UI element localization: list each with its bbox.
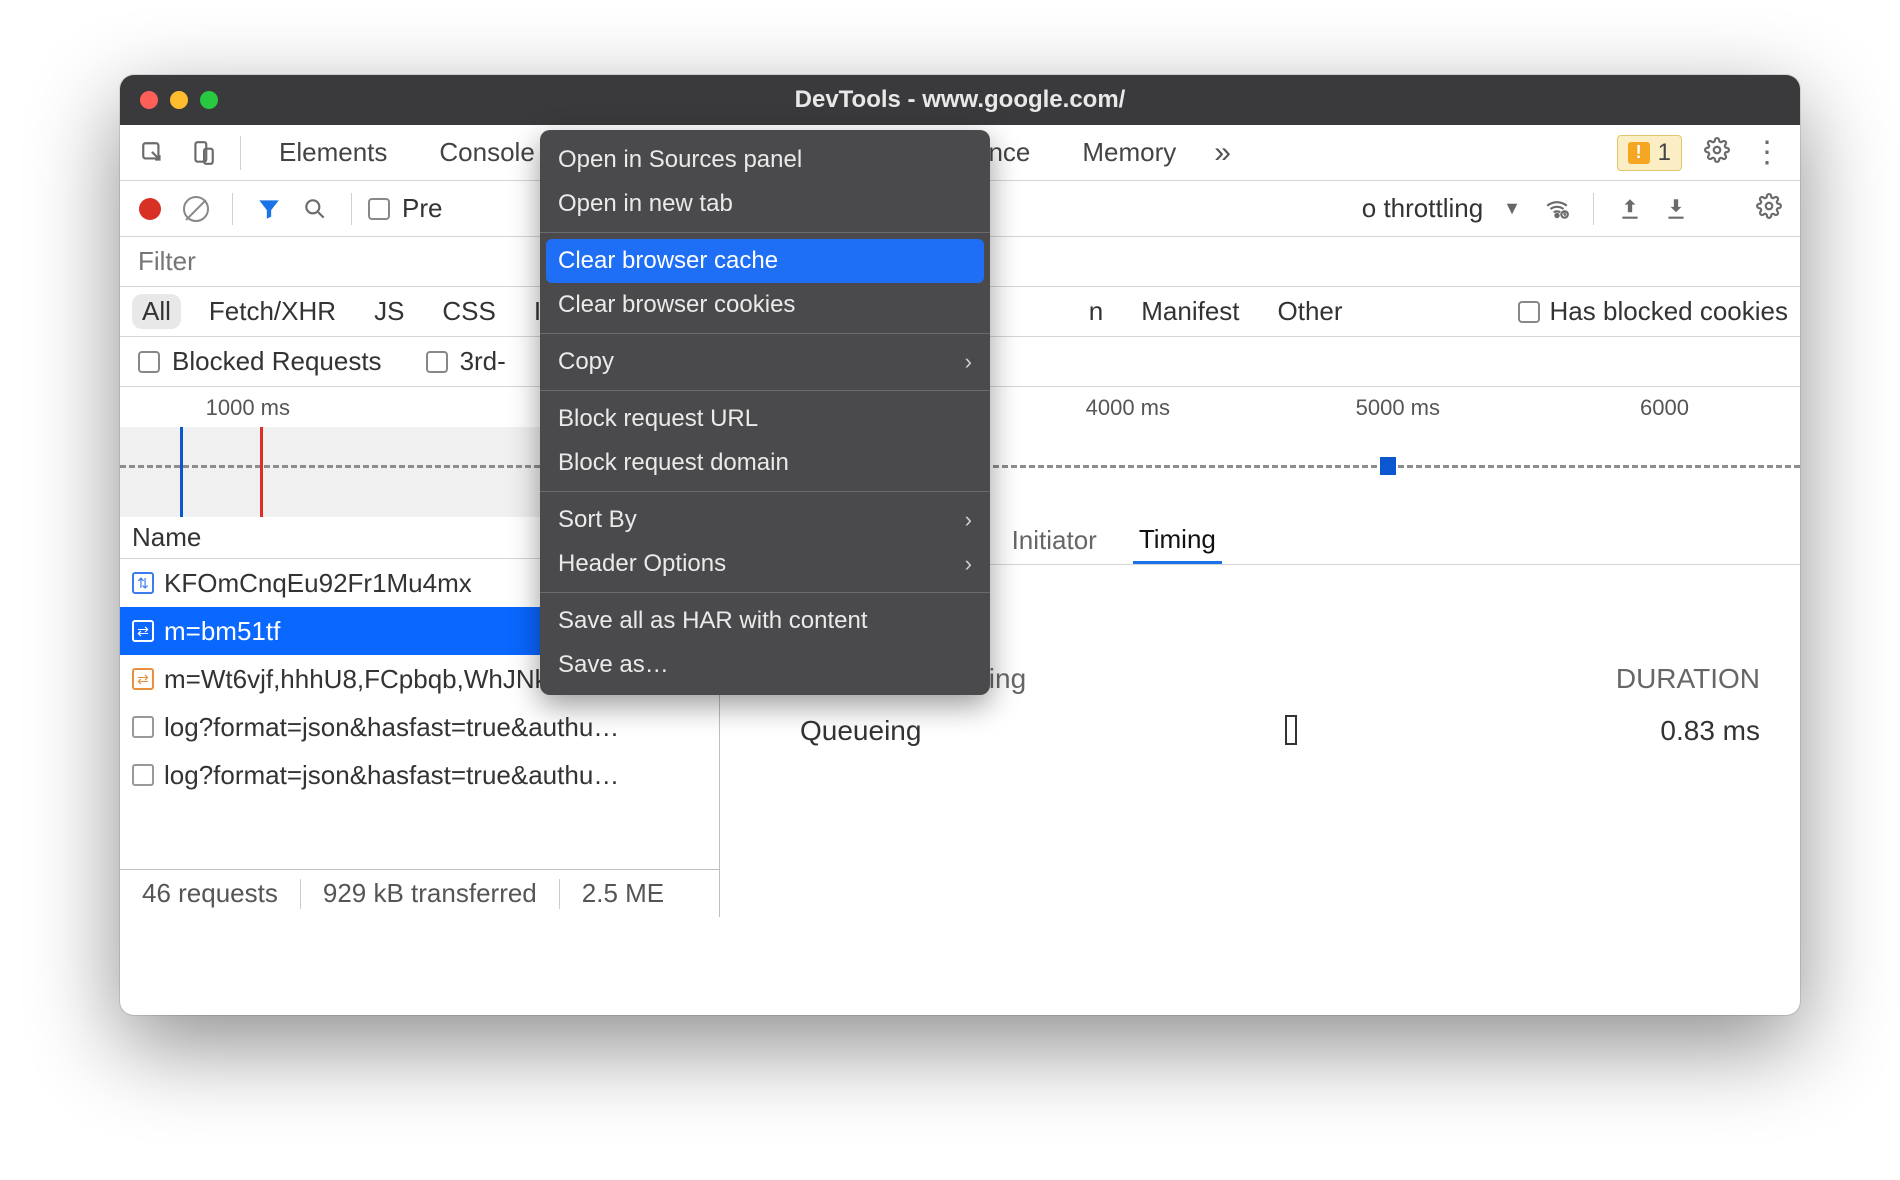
- close-window-icon[interactable]: [140, 91, 158, 109]
- throttling-value: o throttling: [1362, 193, 1483, 224]
- ctx-clear-cache[interactable]: Clear browser cache: [546, 239, 984, 283]
- request-name: m=bm51tf: [164, 616, 280, 647]
- detail-tab-initiator[interactable]: Initiator: [1006, 517, 1103, 564]
- file-icon: [132, 764, 154, 786]
- ctx-open-new-tab[interactable]: Open in new tab: [540, 182, 990, 226]
- titlebar: DevTools - www.google.com/: [120, 75, 1800, 125]
- ctx-save-as[interactable]: Save as…: [540, 643, 990, 687]
- queueing-bar: [1285, 715, 1297, 745]
- status-transferred: 929 kB transferred: [301, 878, 559, 909]
- status-requests: 46 requests: [120, 878, 300, 909]
- tl-tick: 5000 ms: [1356, 395, 1440, 421]
- tl-tick: 1000 ms: [206, 395, 290, 421]
- file-icon: [132, 716, 154, 738]
- chevron-right-icon: ›: [965, 349, 972, 375]
- ctx-clear-cookies[interactable]: Clear browser cookies: [540, 283, 990, 327]
- request-row[interactable]: log?format=json&hasfast=true&authu…: [120, 703, 719, 751]
- ctx-copy[interactable]: Copy›: [540, 340, 990, 384]
- blocked-requests-label: Blocked Requests: [172, 346, 382, 377]
- file-icon: ⇄: [132, 620, 154, 642]
- chevron-right-icon: ›: [965, 551, 972, 577]
- tab-elements[interactable]: Elements: [255, 125, 411, 180]
- status-resources: 2.5 ME: [560, 878, 686, 909]
- device-toggle-icon[interactable]: [186, 136, 220, 170]
- request-name: KFOmCnqEu92Fr1Mu4mx: [164, 568, 472, 599]
- chevron-right-icon: ›: [965, 507, 972, 533]
- settings-icon[interactable]: [1696, 137, 1738, 168]
- request-name: log?format=json&hasfast=true&authu…: [164, 712, 619, 743]
- filter-font[interactable]: n: [1079, 294, 1113, 329]
- tab-memory[interactable]: Memory: [1058, 125, 1200, 180]
- filter-fetch-xhr[interactable]: Fetch/XHR: [199, 294, 346, 329]
- load-marker: [260, 427, 263, 517]
- issues-badge[interactable]: ! 1: [1617, 135, 1682, 171]
- file-icon: ⇅: [132, 572, 154, 594]
- filter-other[interactable]: Other: [1268, 294, 1353, 329]
- third-party-checkbox[interactable]: [426, 351, 448, 373]
- preserve-log-checkbox[interactable]: [368, 198, 390, 220]
- duration-label: DURATION: [1616, 663, 1760, 695]
- ctx-open-sources[interactable]: Open in Sources panel: [540, 138, 990, 182]
- preserve-log-label: Pre: [402, 193, 442, 224]
- ctx-header-options[interactable]: Header Options›: [540, 542, 990, 586]
- minimize-window-icon[interactable]: [170, 91, 188, 109]
- network-conditions-icon[interactable]: [1537, 189, 1577, 229]
- devtools-window: DevTools - www.google.com/ Elements Cons…: [120, 75, 1800, 1015]
- filter-all[interactable]: All: [132, 294, 181, 329]
- has-blocked-cookies-label: Has blocked cookies: [1550, 296, 1788, 327]
- filter-css[interactable]: CSS: [432, 294, 505, 329]
- request-name: log?format=json&hasfast=true&authu…: [164, 760, 619, 791]
- maximize-window-icon[interactable]: [200, 91, 218, 109]
- context-menu: Open in Sources panel Open in new tab Cl…: [540, 130, 990, 695]
- timeline-chunk: [1380, 457, 1396, 475]
- record-button[interactable]: [130, 189, 170, 229]
- issues-count: 1: [1658, 139, 1671, 167]
- blocked-requests-checkbox[interactable]: [138, 351, 160, 373]
- third-party-label: 3rd-: [460, 346, 506, 377]
- status-bar: 46 requests 929 kB transferred 2.5 ME: [120, 869, 719, 917]
- ctx-block-domain[interactable]: Block request domain: [540, 441, 990, 485]
- inspect-icon[interactable]: [136, 136, 170, 170]
- filter-manifest[interactable]: Manifest: [1131, 294, 1249, 329]
- export-har-icon[interactable]: [1656, 189, 1696, 229]
- kebab-menu-icon[interactable]: ⋮: [1742, 135, 1790, 170]
- tl-tick: 4000 ms: [1086, 395, 1170, 421]
- ctx-block-url[interactable]: Block request URL: [540, 397, 990, 441]
- import-har-icon[interactable]: [1610, 189, 1650, 229]
- window-title: DevTools - www.google.com/: [120, 86, 1800, 114]
- ctx-sort-by[interactable]: Sort By›: [540, 498, 990, 542]
- throttling-select[interactable]: o throttling ▼: [1352, 193, 1531, 224]
- queueing-value: 0.83 ms: [1660, 715, 1760, 752]
- detail-tab-timing[interactable]: Timing: [1133, 517, 1222, 564]
- filter-js[interactable]: JS: [364, 294, 414, 329]
- more-tabs-icon[interactable]: »: [1204, 136, 1241, 170]
- network-settings-icon[interactable]: [1748, 193, 1790, 224]
- domcontentloaded-marker: [180, 427, 183, 517]
- queueing-label: Queueing: [760, 715, 921, 752]
- ctx-save-har[interactable]: Save all as HAR with content: [540, 599, 990, 643]
- tab-console[interactable]: Console: [415, 125, 558, 180]
- request-row[interactable]: log?format=json&hasfast=true&authu…: [120, 751, 719, 799]
- clear-button[interactable]: [176, 189, 216, 229]
- warning-icon: !: [1628, 142, 1650, 164]
- traffic-lights: [120, 91, 218, 109]
- file-icon: ⇄: [132, 668, 154, 690]
- chevron-down-icon: ▼: [1503, 198, 1521, 219]
- has-blocked-cookies-checkbox[interactable]: [1518, 301, 1540, 323]
- request-name: m=Wt6vjf,hhhU8,FCpbqb,WhJNk: [164, 664, 548, 695]
- filter-icon[interactable]: [249, 189, 289, 229]
- search-icon[interactable]: [295, 189, 335, 229]
